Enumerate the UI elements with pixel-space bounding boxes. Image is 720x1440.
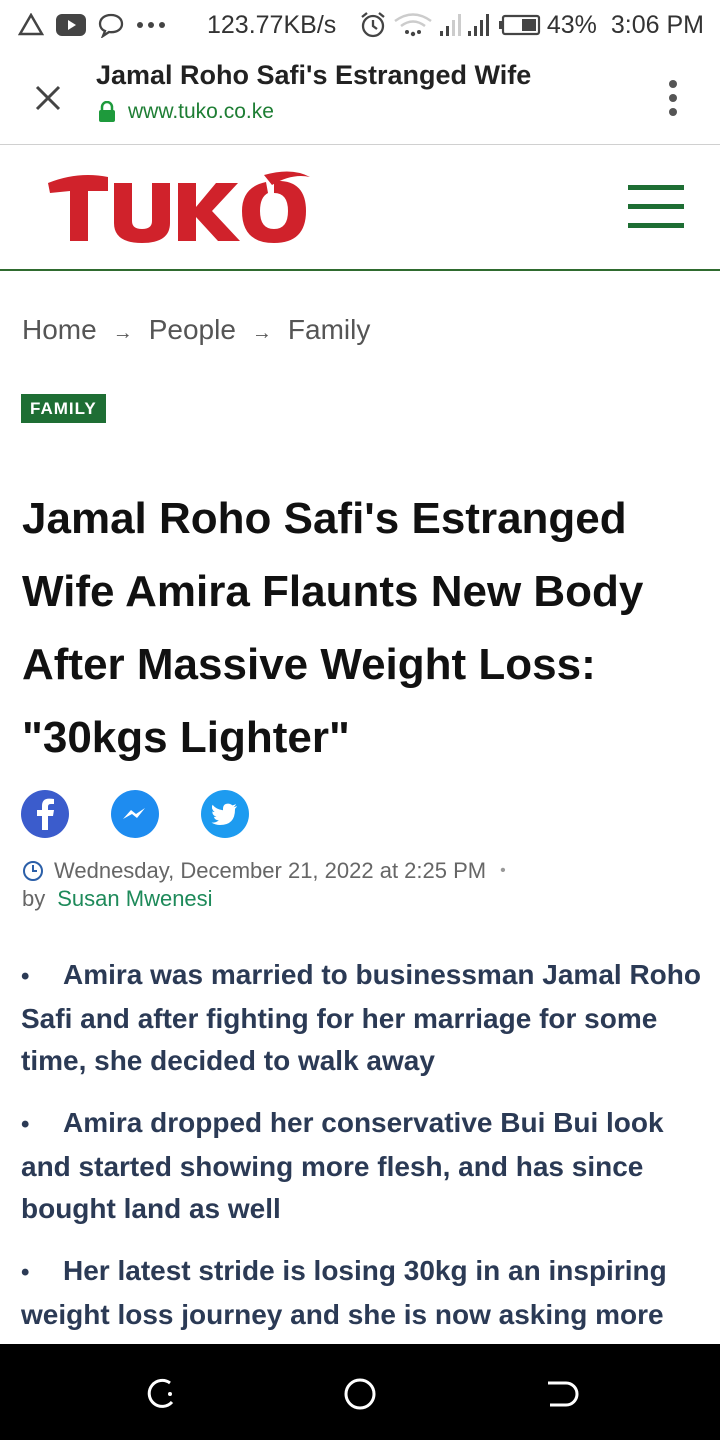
- more-notifications-icon: [137, 22, 165, 28]
- url-text: www.tuko.co.ke: [128, 100, 274, 123]
- article-meta: Wednesday, December 21, 2022 at 2:25 PM …: [22, 858, 506, 884]
- breadcrumb-people[interactable]: People: [149, 314, 236, 346]
- breadcrumb-home[interactable]: Home: [22, 314, 97, 346]
- twitter-icon[interactable]: [201, 790, 249, 838]
- highlight-text: Amira dropped her conservative Bui Bui l…: [21, 1107, 664, 1224]
- highlight-text: Her latest stride is losing 30kg in an i…: [21, 1255, 667, 1330]
- status-bar: 123.77KB/s 43% 3:06 PM: [0, 0, 720, 50]
- publish-date: Wednesday, December 21, 2022 at 2:25 PM: [54, 858, 487, 883]
- breadcrumb-family[interactable]: Family: [288, 314, 370, 346]
- recent-apps-icon[interactable]: [140, 1374, 180, 1414]
- list-item: • Her latest stride is losing 30kg in an …: [21, 1250, 711, 1336]
- system-nav-bar: [0, 1344, 720, 1440]
- back-icon[interactable]: [540, 1374, 580, 1414]
- list-item: • Amira was married to businessman Jamal …: [21, 954, 711, 1082]
- browser-toolbar: Jamal Roho Safi's Estranged Wife www.tuk…: [0, 50, 720, 145]
- facebook-icon[interactable]: [21, 790, 69, 838]
- category-badge[interactable]: FAMILY: [21, 394, 106, 423]
- share-buttons: [21, 790, 249, 838]
- notification-icons: [18, 10, 166, 40]
- signal-icon-2: [467, 14, 489, 36]
- wifi-icon: [394, 13, 432, 37]
- youtube-icon: [56, 14, 86, 36]
- page-title: Jamal Roho Safi's Estranged Wife: [96, 60, 532, 90]
- hamburger-menu-icon[interactable]: [628, 185, 686, 231]
- warning-triangle-icon: [18, 13, 44, 36]
- signal-icon: [439, 14, 461, 36]
- highlight-text: Amira was married to businessman Jamal R…: [21, 959, 701, 1076]
- list-item: • Amira dropped her conservative Bui Bui …: [21, 1102, 711, 1230]
- overflow-menu-icon[interactable]: [666, 78, 680, 118]
- author-row: by Susan Mwenesi: [22, 886, 213, 912]
- site-header: [0, 145, 720, 271]
- close-icon[interactable]: [28, 78, 68, 118]
- bullet-icon: •: [21, 963, 30, 990]
- author-link[interactable]: Susan Mwenesi: [57, 886, 212, 912]
- messenger-icon[interactable]: [111, 790, 159, 838]
- lock-icon: [99, 101, 115, 122]
- chat-bubble-icon: [98, 13, 124, 38]
- home-icon[interactable]: [340, 1374, 380, 1414]
- battery-icon: [498, 14, 540, 36]
- alarm-icon: [361, 12, 385, 38]
- bullet-icon: •: [21, 1111, 30, 1138]
- status-right: 43% 3:06 PM: [359, 10, 704, 40]
- bullet-icon: •: [21, 1259, 30, 1286]
- meta-separator: •: [500, 862, 506, 879]
- clock-icon: [23, 861, 43, 881]
- breadcrumb-arrow-icon: →: [251, 321, 272, 344]
- breadcrumb-arrow-icon: →: [112, 321, 133, 344]
- tuko-logo[interactable]: [48, 169, 310, 245]
- url-bar[interactable]: www.tuko.co.ke: [98, 100, 274, 124]
- article-headline: Jamal Roho Safi's Estranged Wife Amira F…: [22, 494, 644, 762]
- battery-percent: 43%: [546, 10, 597, 39]
- clock: 3:06 PM: [610, 10, 704, 39]
- article-highlights: • Amira was married to businessman Jamal …: [21, 954, 711, 1356]
- network-speed: 123.77KB/s: [207, 10, 337, 39]
- by-label: by: [22, 886, 46, 911]
- breadcrumb: Home → People → Family: [22, 314, 370, 346]
